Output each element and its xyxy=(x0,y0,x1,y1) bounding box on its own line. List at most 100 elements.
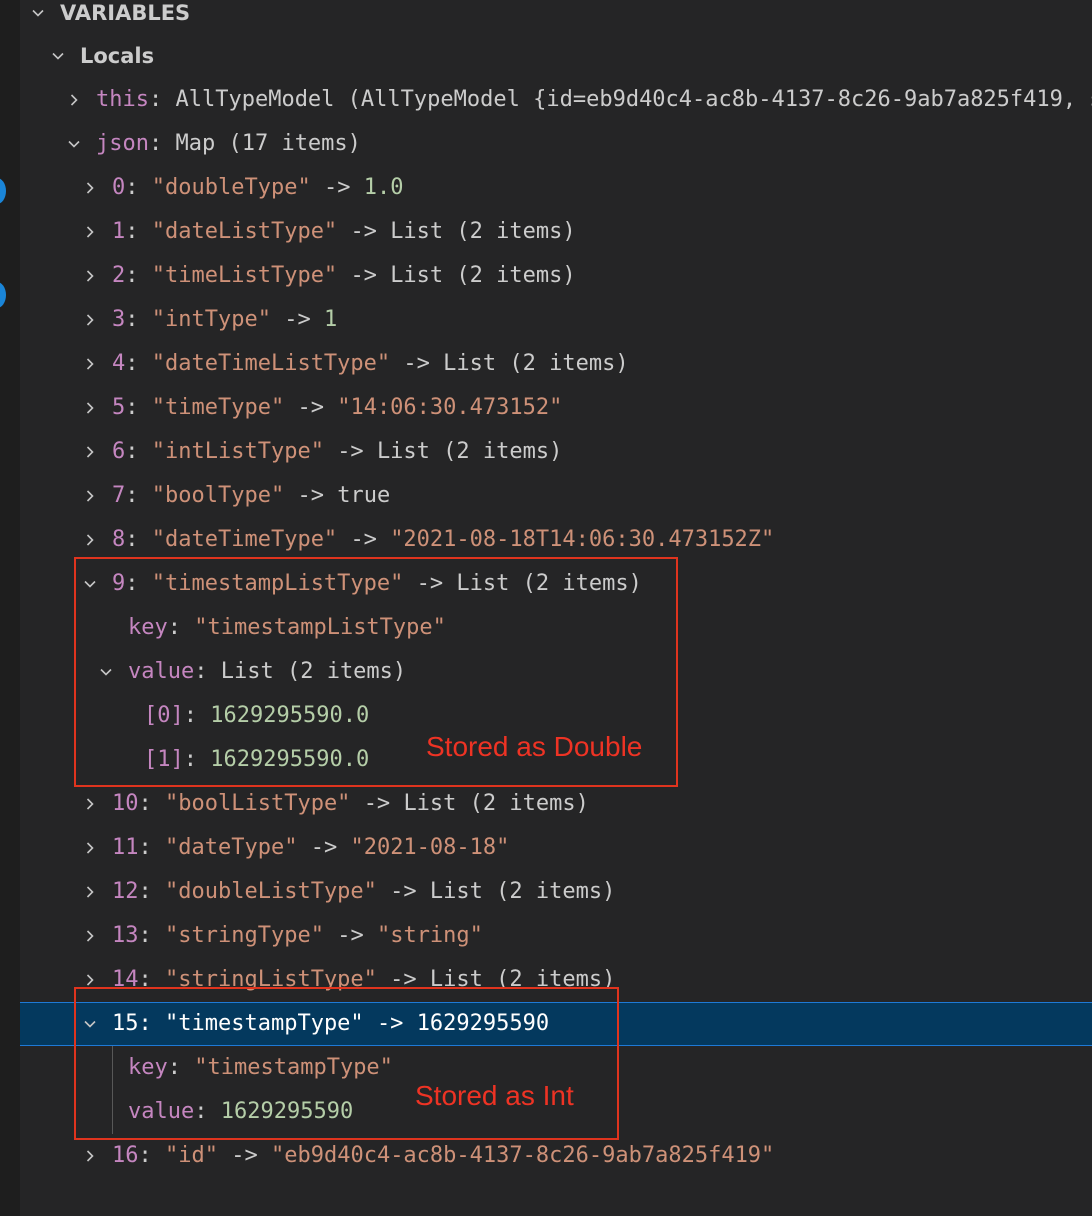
map-entry-row[interactable]: 10: "boolListType" -> List (2 items) xyxy=(20,782,1092,826)
entry-arrow: -> xyxy=(350,263,377,288)
entry-value: List (2 items) xyxy=(443,351,629,376)
map-entry-row[interactable]: 2: "timeListType" -> List (2 items) xyxy=(20,254,1092,298)
variable-row-json[interactable]: json: Map (17 items) xyxy=(20,122,1092,166)
map-entry-row[interactable]: 5: "timeType" -> "14:06:30.473152" xyxy=(20,386,1092,430)
entry-value: "2021-08-18" xyxy=(350,835,510,860)
map-entry-row[interactable]: 0: "doubleType" -> 1.0 xyxy=(20,166,1092,210)
map-entry-text: 2: "timeListType" -> List (2 items) xyxy=(112,263,576,288)
entry-index: 10 xyxy=(112,791,139,816)
chevron-right-icon[interactable] xyxy=(82,474,98,518)
entry-value: "string" xyxy=(376,923,483,948)
entry-key: "intListType" xyxy=(151,439,324,464)
scope-title: Locals xyxy=(80,44,155,68)
map-entry-text: 5: "timeType" -> "14:06:30.473152" xyxy=(112,395,563,420)
entry-value: 1.0 xyxy=(363,175,404,200)
entry-value: List (2 items) xyxy=(390,219,576,244)
map-entry-text: 7: "boolType" -> true xyxy=(112,483,391,508)
chevron-down-icon[interactable] xyxy=(66,122,82,166)
entry-index: 13 xyxy=(112,923,139,948)
entry-key: "dateType" xyxy=(165,835,298,860)
map-entry-text: 8: "dateTimeType" -> "2021-08-18T14:06:3… xyxy=(112,527,775,552)
entry-key: "dateTimeListType" xyxy=(151,351,391,376)
map-entry-row[interactable]: 16: "id" -> "eb9d40c4-ac8b-4137-8c26-9ab… xyxy=(20,1134,1092,1178)
chevron-right-icon[interactable] xyxy=(82,430,98,474)
chevron-right-icon[interactable] xyxy=(82,826,98,870)
entry-index: 1 xyxy=(112,219,126,244)
variables-section-header[interactable]: VARIABLES xyxy=(20,0,1092,35)
chevron-right-icon[interactable] xyxy=(82,342,98,386)
annotation-int-note: Stored as Int xyxy=(415,1080,574,1111)
entry-key: "timeListType" xyxy=(151,263,338,288)
map-entry-text: 10: "boolListType" -> List (2 items) xyxy=(112,791,589,816)
map-entry-row[interactable]: 11: "dateType" -> "2021-08-18" xyxy=(20,826,1092,870)
map-entry-row[interactable]: 8: "dateTimeType" -> "2021-08-18T14:06:3… xyxy=(20,518,1092,562)
entry-value: List (2 items) xyxy=(403,791,589,816)
entry-index: 5 xyxy=(112,395,126,420)
entry-index: 2 xyxy=(112,263,126,288)
map-entry-row[interactable]: 6: "intListType" -> List (2 items) xyxy=(20,430,1092,474)
entry-index: 0 xyxy=(112,175,126,200)
breakpoint-marker[interactable] xyxy=(0,178,6,204)
chevron-right-icon[interactable] xyxy=(82,782,98,826)
chevron-right-icon[interactable] xyxy=(82,518,98,562)
entry-index: 6 xyxy=(112,439,126,464)
entry-index: 8 xyxy=(112,527,126,552)
entry-index: 4 xyxy=(112,351,126,376)
annotation-box-int xyxy=(74,987,619,1140)
map-entry-row[interactable]: 3: "intType" -> 1 xyxy=(20,298,1092,342)
entry-arrow: -> xyxy=(350,527,377,552)
entry-key: "dateListType" xyxy=(151,219,338,244)
entry-arrow: -> xyxy=(284,307,311,332)
variable-name-value: this: AllTypeModel (AllTypeModel {id=eb9… xyxy=(96,87,1092,112)
map-entry-row[interactable]: 4: "dateTimeListType" -> List (2 items) xyxy=(20,342,1092,386)
map-entry-row[interactable]: 7: "boolType" -> true xyxy=(20,474,1092,518)
entry-index: 12 xyxy=(112,879,139,904)
map-entry-text: 13: "stringType" -> "string" xyxy=(112,923,483,948)
variable-name-value: json: Map (17 items) xyxy=(96,131,361,156)
entry-index: 3 xyxy=(112,307,126,332)
entry-key: "boolType" xyxy=(151,483,285,508)
breakpoint-marker[interactable] xyxy=(0,282,6,308)
entry-value: "14:06:30.473152" xyxy=(337,395,563,420)
chevron-down-icon[interactable] xyxy=(50,34,66,78)
map-entry-row[interactable]: 13: "stringType" -> "string" xyxy=(20,914,1092,958)
chevron-right-icon[interactable] xyxy=(82,1134,98,1178)
chevron-down-icon[interactable] xyxy=(30,0,46,35)
chevron-right-icon[interactable] xyxy=(82,166,98,210)
annotation-double-note: Stored as Double xyxy=(426,731,643,762)
entry-index: 11 xyxy=(112,835,139,860)
entry-arrow: -> xyxy=(297,395,324,420)
map-entry-text: 4: "dateTimeListType" -> List (2 items) xyxy=(112,351,629,376)
map-entry-text: 6: "intListType" -> List (2 items) xyxy=(112,439,563,464)
section-title: VARIABLES xyxy=(60,1,191,25)
entry-arrow: -> xyxy=(363,791,391,816)
map-entry-text: 1: "dateListType" -> List (2 items) xyxy=(112,219,576,244)
editor-gutter xyxy=(0,0,20,1216)
entry-key: "boolListType" xyxy=(165,791,351,816)
entry-key: "doubleListType" xyxy=(165,879,377,904)
chevron-right-icon[interactable] xyxy=(82,254,98,298)
chevron-right-icon[interactable] xyxy=(82,210,98,254)
map-entry-row[interactable]: 1: "dateListType" -> List (2 items) xyxy=(20,210,1092,254)
entry-arrow: -> xyxy=(297,483,324,508)
entry-value: "eb9d40c4-ac8b-4137-8c26-9ab7a825f419" xyxy=(270,1143,775,1168)
entry-value: 1 xyxy=(323,307,338,332)
entry-index: 7 xyxy=(112,483,126,508)
entry-value: "2021-08-18T14:06:30.473152Z" xyxy=(390,527,775,552)
map-entry-text: 0: "doubleType" -> 1.0 xyxy=(112,175,404,200)
chevron-right-icon[interactable] xyxy=(82,298,98,342)
entry-key: "id" xyxy=(165,1143,218,1168)
map-entry-text: 16: "id" -> "eb9d40c4-ac8b-4137-8c26-9ab… xyxy=(112,1143,775,1168)
entry-key: "dateTimeType" xyxy=(151,527,338,552)
entry-index: 16 xyxy=(112,1143,139,1168)
locals-scope-header[interactable]: Locals xyxy=(20,34,1092,78)
chevron-right-icon[interactable] xyxy=(82,914,98,958)
entry-value: List (2 items) xyxy=(376,439,563,464)
entry-arrow: -> xyxy=(350,219,377,244)
map-entry-text: 11: "dateType" -> "2021-08-18" xyxy=(112,835,510,860)
variable-row-this[interactable]: this: AllTypeModel (AllTypeModel {id=eb9… xyxy=(20,78,1092,122)
chevron-right-icon[interactable] xyxy=(82,870,98,914)
chevron-right-icon[interactable] xyxy=(82,386,98,430)
chevron-right-icon[interactable] xyxy=(66,78,82,122)
map-entry-row[interactable]: 12: "doubleListType" -> List (2 items) xyxy=(20,870,1092,914)
